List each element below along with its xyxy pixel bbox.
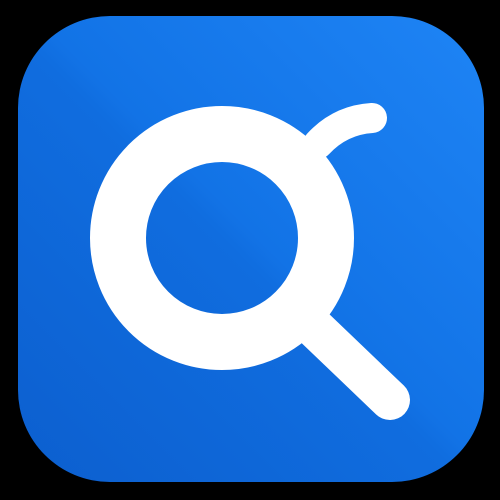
search-app-icon[interactable] [18, 16, 484, 482]
magnifier-search-icon [18, 16, 484, 482]
canvas [0, 0, 500, 500]
icon-tile [18, 16, 484, 482]
